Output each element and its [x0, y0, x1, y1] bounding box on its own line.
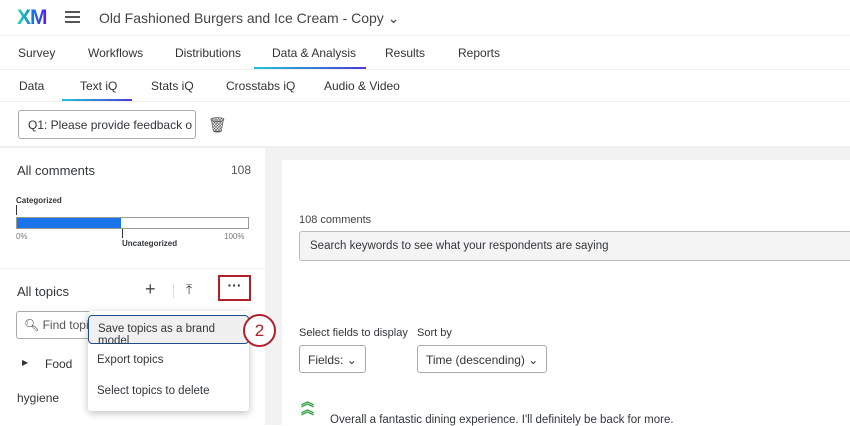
- pct-max: 100%: [224, 232, 245, 241]
- top-header: XM Old Fashioned Burgers and Ice Cream -…: [0, 0, 850, 36]
- subtab-stats-iq[interactable]: Stats iQ: [151, 79, 194, 93]
- categorized-bar-fill: [17, 218, 121, 228]
- xm-logo[interactable]: XM: [17, 6, 47, 30]
- categorized-tick: [16, 205, 17, 215]
- toolbar: Q1: Please provide feedback o ⌄ 🗑: [0, 102, 850, 148]
- tab-survey[interactable]: Survey: [18, 46, 55, 60]
- more-options-menu: Save topics as a brand model Export topi…: [88, 311, 249, 411]
- subtab-crosstabs-iq[interactable]: Crosstabs iQ: [226, 79, 295, 93]
- step-marker: 2: [243, 314, 276, 347]
- search-icon: 🔍︎: [24, 318, 40, 332]
- menu-item-export-topics[interactable]: Export topics: [88, 354, 249, 366]
- all-topics-label: All topics: [17, 284, 70, 299]
- active-subtab-underline: [62, 99, 132, 101]
- topic-food[interactable]: Food: [45, 357, 72, 371]
- upload-icon[interactable]: ⤒: [186, 281, 192, 298]
- question-select-value: Q1: Please provide feedback o: [28, 118, 193, 132]
- sub-tabs: Data Text iQ Stats iQ Crosstabs iQ Audio…: [0, 70, 850, 102]
- project-title: Old Fashioned Burgers and Ice Cream - Co…: [99, 10, 384, 26]
- uncategorized-label: Uncategorized: [122, 239, 178, 248]
- keyword-search-placeholder: Search keywords to see what your respond…: [310, 240, 609, 252]
- comment-text: Overall a fantastic dining experience. I…: [330, 414, 674, 426]
- chevron-down-icon: ⌄: [195, 118, 196, 132]
- keyword-search-input[interactable]: Search keywords to see what your respond…: [299, 231, 850, 261]
- positive-sentiment-icon: ︽ ︽: [301, 394, 315, 417]
- categorized-label: Categorized: [16, 196, 62, 205]
- categorized-bar: [16, 217, 249, 229]
- subtab-text-iq[interactable]: Text iQ: [80, 79, 117, 93]
- subtab-audio-video[interactable]: Audio & Video: [324, 79, 400, 93]
- expand-caret-icon[interactable]: ▶: [22, 358, 28, 367]
- all-comments-count: 108: [231, 163, 252, 177]
- comments-count: 108 comments: [299, 214, 372, 226]
- more-options-button[interactable]: ···: [218, 275, 251, 301]
- divider: [173, 284, 174, 298]
- topic-hygiene[interactable]: hygiene: [17, 391, 59, 405]
- find-topic-input[interactable]: 🔍︎ Find topi: [16, 311, 96, 339]
- sort-select[interactable]: Time (descending) ⌄: [417, 345, 548, 373]
- menu-item-save-brand-model[interactable]: Save topics as a brand model: [88, 315, 249, 347]
- main-tabs: Survey Workflows Distributions Data & An…: [0, 36, 850, 70]
- chevron-down-icon: ⌄: [346, 353, 357, 367]
- subtab-data[interactable]: Data: [19, 79, 44, 93]
- divider: [0, 268, 265, 269]
- project-title-dropdown[interactable]: Old Fashioned Burgers and Ice Cream - Co…: [99, 10, 399, 27]
- fields-select[interactable]: Fields: ⌄: [299, 345, 366, 373]
- tab-reports[interactable]: Reports: [458, 46, 500, 60]
- chevron-down-icon: ⌄: [387, 10, 400, 26]
- fields-label: Select fields to display: [299, 327, 408, 339]
- pct-min: 0%: [16, 232, 28, 241]
- tab-results[interactable]: Results: [385, 46, 425, 60]
- question-select[interactable]: Q1: Please provide feedback o ⌄: [18, 110, 196, 139]
- right-panel: 108 comments Search keywords to see what…: [282, 160, 850, 426]
- tab-workflows[interactable]: Workflows: [88, 46, 143, 60]
- active-tab-underline: [254, 67, 366, 69]
- ellipsis-icon: ···: [227, 277, 242, 293]
- find-topic-placeholder: Find topi: [42, 318, 89, 332]
- tab-distributions[interactable]: Distributions: [175, 46, 241, 60]
- hamburger-menu-icon[interactable]: [65, 11, 80, 23]
- sort-value: Time (descending): [426, 353, 525, 367]
- uncategorized-tick: [122, 229, 123, 238]
- trash-icon[interactable]: 🗑: [208, 116, 227, 134]
- tab-data-analysis[interactable]: Data & Analysis: [272, 46, 356, 60]
- add-topic-icon[interactable]: +: [145, 279, 156, 300]
- sort-label: Sort by: [417, 327, 452, 339]
- fields-value: Fields:: [308, 353, 344, 367]
- chevron-down-icon: ⌄: [528, 353, 539, 367]
- menu-item-select-topics-delete[interactable]: Select topics to delete: [88, 385, 249, 397]
- all-comments-label: All comments: [17, 163, 96, 178]
